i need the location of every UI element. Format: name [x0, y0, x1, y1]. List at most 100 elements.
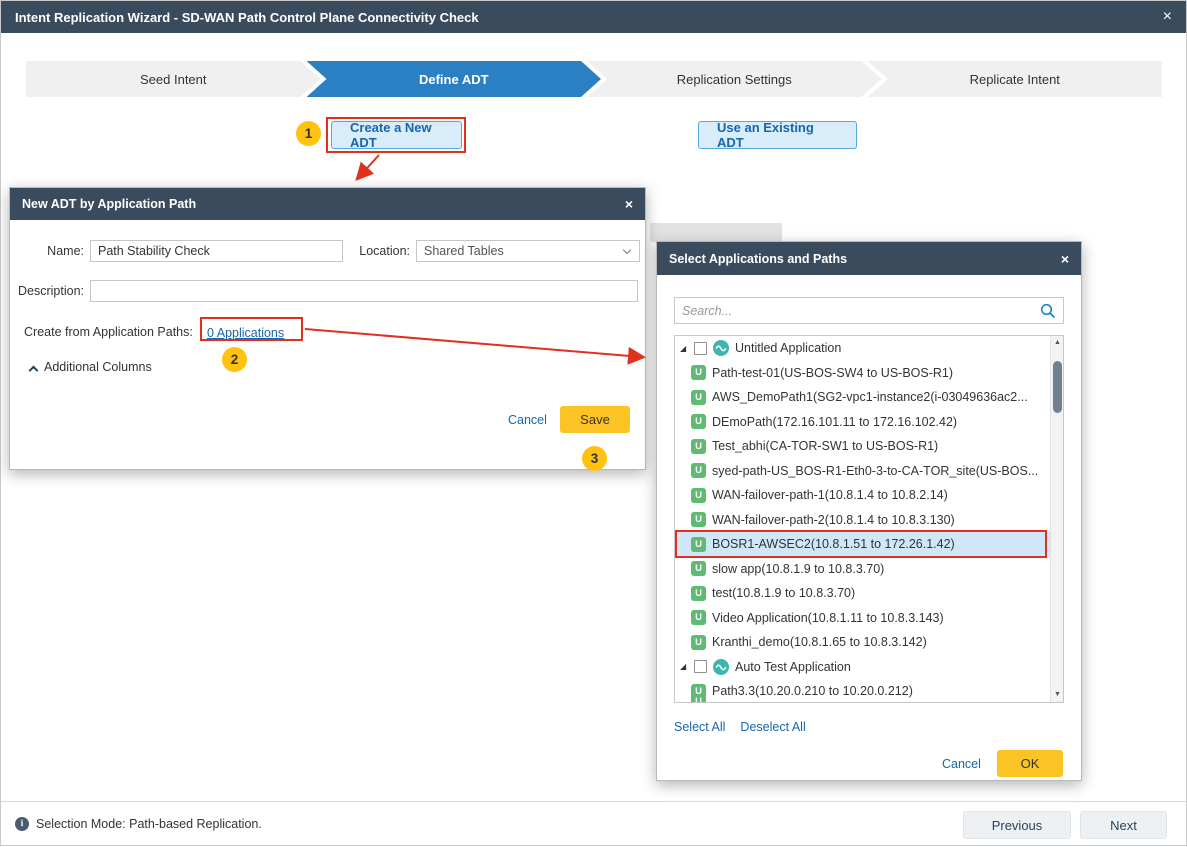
- select-dialog-ok-button[interactable]: OK: [997, 750, 1063, 777]
- tree-path-row[interactable]: U Path3.3(10.20.0.210 to 10.20.0.212): [675, 679, 1050, 703]
- path-label: Path3.3(10.20.0.210 to 10.20.0.212): [712, 684, 913, 698]
- select-dialog-close-icon[interactable]: ×: [1061, 252, 1069, 266]
- adt-save-button[interactable]: Save: [560, 406, 630, 433]
- scrollbar[interactable]: ▲ ▼: [1050, 336, 1063, 702]
- new-adt-dialog-title: New ADT by Application Path: [22, 197, 196, 211]
- name-label: Name:: [22, 240, 84, 262]
- partial-path-u-icon: U: [691, 694, 706, 703]
- select-all-link[interactable]: Select All: [674, 720, 725, 734]
- use-existing-adt-label: Use an Existing ADT: [717, 120, 838, 150]
- tree-path-row[interactable]: U DEmoPath(172.16.101.11 to 172.16.102.4…: [675, 410, 1050, 435]
- wizard-step-label: Replicate Intent: [970, 72, 1060, 87]
- path-u-icon: U: [691, 512, 706, 527]
- new-adt-close-icon[interactable]: ×: [625, 197, 633, 211]
- path-label: DEmoPath(172.16.101.11 to 172.16.102.42): [712, 415, 957, 429]
- path-label: Kranthi_demo(10.8.1.65 to 10.8.3.142): [712, 635, 927, 649]
- path-label: Test_abhi(CA-TOR-SW1 to US-BOS-R1): [712, 439, 938, 453]
- app-checkbox[interactable]: [694, 660, 707, 673]
- collapse-triangle-icon[interactable]: ◢: [680, 662, 690, 671]
- wizard-step-define-adt[interactable]: Define ADT: [307, 61, 602, 97]
- path-u-icon: U: [691, 390, 706, 405]
- tree-path-row[interactable]: U Test_abhi(CA-TOR-SW1 to US-BOS-R1): [675, 434, 1050, 459]
- next-label: Next: [1110, 818, 1137, 833]
- additional-columns-label: Additional Columns: [44, 360, 152, 374]
- select-applications-dialog: Select Applications and Paths × ◢ Untitl…: [656, 241, 1082, 781]
- previous-button[interactable]: Previous: [963, 811, 1071, 839]
- callout-circle-2: 2: [222, 347, 247, 372]
- tree-path-row[interactable]: U WAN-failover-path-2(10.8.1.4 to 10.8.3…: [675, 508, 1050, 533]
- select-dialog-cancel-link[interactable]: Cancel: [942, 757, 981, 771]
- location-select[interactable]: Shared Tables: [416, 240, 640, 262]
- path-u-icon: U: [691, 635, 706, 650]
- tree-path-row[interactable]: U WAN-failover-path-1(10.8.1.4 to 10.8.2…: [675, 483, 1050, 508]
- annotation-arrow-to-new-adt-dialog: [358, 155, 379, 178]
- scrollbar-thumb[interactable]: [1053, 361, 1062, 413]
- save-label: Save: [580, 412, 610, 427]
- search-box: [674, 297, 1064, 324]
- scroll-down-icon[interactable]: ▼: [1051, 688, 1064, 702]
- collapse-triangle-icon[interactable]: ◢: [680, 344, 690, 353]
- ok-label: OK: [1021, 756, 1040, 771]
- selection-mode-text: Selection Mode: Path-based Replication.: [36, 817, 262, 831]
- tree-path-row[interactable]: U syed-path-US_BOS-R1-Eth0-3-to-CA-TOR_s…: [675, 459, 1050, 484]
- path-u-icon: U: [691, 365, 706, 380]
- scroll-up-icon[interactable]: ▲: [1051, 336, 1064, 350]
- path-u-icon: U: [691, 414, 706, 429]
- path-label: WAN-failover-path-2(10.8.1.4 to 10.8.3.1…: [712, 513, 955, 527]
- search-input[interactable]: [682, 304, 1040, 318]
- app-label: Untitled Application: [735, 341, 841, 355]
- location-value: Shared Tables: [424, 244, 504, 258]
- tree-path-row[interactable]: U slow app(10.8.1.9 to 10.8.3.70): [675, 557, 1050, 582]
- app-label: Auto Test Application: [735, 660, 851, 674]
- path-label: syed-path-US_BOS-R1-Eth0-3-to-CA-TOR_sit…: [712, 464, 1038, 478]
- adt-cancel-link[interactable]: Cancel: [508, 413, 547, 427]
- path-u-icon: U: [691, 439, 706, 454]
- tree-path-row[interactable]: U test(10.8.1.9 to 10.8.3.70): [675, 581, 1050, 606]
- search-icon[interactable]: [1040, 303, 1056, 319]
- select-dialog-title: Select Applications and Paths: [669, 252, 847, 266]
- path-label: AWS_DemoPath1(SG2-vpc1-instance2(i-03049…: [712, 390, 1028, 404]
- path-label: Video Application(10.8.1.11 to 10.8.3.14…: [712, 611, 944, 625]
- path-u-icon: U: [691, 610, 706, 625]
- tree-app-row[interactable]: ◢ Untitled Application: [675, 336, 1050, 361]
- additional-columns-toggle[interactable]: Additional Columns: [30, 360, 152, 374]
- tree-path-row-selected[interactable]: U BOSR1-AWSEC2(10.8.1.51 to 172.26.1.42): [675, 532, 1050, 557]
- applications-count-link[interactable]: 0 Applications: [207, 326, 284, 340]
- application-icon: [713, 340, 729, 356]
- callout-circle-3: 3: [582, 446, 607, 471]
- path-u-icon: U: [691, 488, 706, 503]
- path-label: Path-test-01(US-BOS-SW4 to US-BOS-R1): [712, 366, 953, 380]
- wizard-step-label: Replication Settings: [677, 72, 792, 87]
- select-dialog-header: Select Applications and Paths ×: [657, 242, 1081, 275]
- path-u-icon: U: [691, 561, 706, 576]
- use-existing-adt-button[interactable]: Use an Existing ADT: [698, 121, 857, 149]
- location-label: Location:: [352, 240, 410, 262]
- window-title: Intent Replication Wizard - SD-WAN Path …: [15, 10, 479, 25]
- wizard-step-replicate-intent[interactable]: Replicate Intent: [868, 61, 1163, 97]
- path-label: BOSR1-AWSEC2(10.8.1.51 to 172.26.1.42): [712, 537, 955, 551]
- new-adt-dialog-header: New ADT by Application Path ×: [10, 188, 645, 220]
- tree-path-row[interactable]: U Video Application(10.8.1.11 to 10.8.3.…: [675, 606, 1050, 631]
- wizard-steps-bar: Seed Intent Define ADT Replication Setti…: [26, 61, 1162, 97]
- create-from-label: Create from Application Paths:: [24, 321, 214, 343]
- wizard-step-seed-intent[interactable]: Seed Intent: [26, 61, 321, 97]
- window-close-icon[interactable]: ×: [1163, 9, 1172, 25]
- wizard-step-replication-settings[interactable]: Replication Settings: [587, 61, 882, 97]
- name-field[interactable]: [90, 240, 343, 262]
- previous-label: Previous: [992, 818, 1043, 833]
- create-new-adt-button[interactable]: Create a New ADT: [331, 121, 462, 149]
- deselect-all-link[interactable]: Deselect All: [740, 720, 805, 734]
- new-adt-dialog: New ADT by Application Path × Name: Loca…: [9, 187, 646, 470]
- path-u-icon: U: [691, 537, 706, 552]
- path-u-icon: U: [691, 463, 706, 478]
- path-label: slow app(10.8.1.9 to 10.8.3.70): [712, 562, 884, 576]
- description-field[interactable]: [90, 280, 638, 302]
- tree-app-row[interactable]: ◢ Auto Test Application: [675, 655, 1050, 680]
- wizard-step-label: Define ADT: [419, 72, 489, 87]
- tree-path-row[interactable]: U Path-test-01(US-BOS-SW4 to US-BOS-R1): [675, 361, 1050, 386]
- next-button[interactable]: Next: [1080, 811, 1167, 839]
- app-checkbox[interactable]: [694, 342, 707, 355]
- tree-path-row[interactable]: U AWS_DemoPath1(SG2-vpc1-instance2(i-030…: [675, 385, 1050, 410]
- tree-path-row[interactable]: U Kranthi_demo(10.8.1.65 to 10.8.3.142): [675, 630, 1050, 655]
- applications-tree: ◢ Untitled Application U Path-test-01(US…: [674, 335, 1064, 703]
